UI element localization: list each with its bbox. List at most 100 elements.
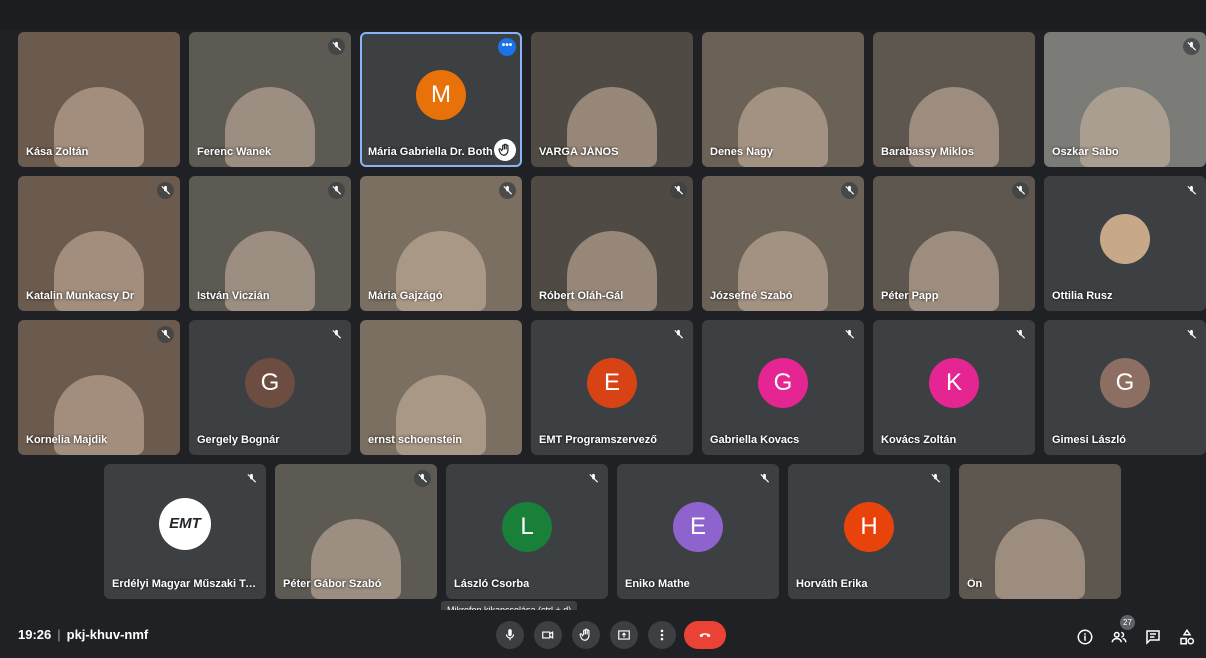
avatar-initial: L	[502, 501, 552, 552]
avatar-initial: G	[758, 357, 808, 408]
mic-off-icon	[1012, 182, 1029, 199]
avatar-initial: K	[929, 357, 979, 408]
emt-logo: EMT	[159, 497, 211, 550]
camera-icon	[542, 631, 554, 639]
camera-button[interactable]	[534, 621, 562, 649]
participant-count-badge: 27	[1120, 615, 1135, 630]
hand-icon	[579, 628, 590, 641]
mic-off-icon	[328, 38, 345, 55]
mic-off-icon	[756, 470, 773, 487]
participant-name: Ottilia Rusz	[1052, 290, 1113, 302]
participant-name: VARGA JÁNOS	[539, 146, 619, 158]
top-bar	[0, 0, 1206, 30]
profile-photo	[1100, 213, 1150, 264]
present-button[interactable]	[610, 621, 638, 649]
participant-tile[interactable]: Ön	[959, 464, 1121, 599]
raise-hand-button[interactable]	[572, 621, 600, 649]
participant-tile[interactable]: Oszkar Sabo	[1044, 32, 1206, 167]
participant-tile[interactable]: G Gabriella Kovacs	[702, 320, 864, 455]
participant-name: Mária Gabriella Dr. Both	[368, 146, 493, 158]
mic-off-icon	[1012, 326, 1029, 343]
meeting-info: 19:26 | pkj-khuv-nmf	[18, 627, 148, 642]
participant-name: Ferenc Wanek	[197, 146, 272, 158]
mic-off-icon	[414, 470, 431, 487]
participant-name: Gimesi László	[1052, 434, 1126, 446]
participant-name: Barabassy Miklos	[881, 146, 974, 158]
participant-tile[interactable]: Barabassy Miklos	[873, 32, 1035, 167]
participant-tile[interactable]: E Eniko Mathe	[617, 464, 779, 599]
meeting-code: pkj-khuv-nmf	[66, 627, 149, 642]
mic-off-icon	[927, 470, 944, 487]
avatar-initial: G	[1100, 357, 1150, 408]
participant-name: EMT Programszervező	[539, 434, 657, 446]
meet-window: Kása Zoltán Ferenc Wanek M ••• Mária Gabriel…	[0, 0, 1206, 658]
participant-name: Kása Zoltán	[26, 146, 89, 158]
participant-name: Katalin Munkacsy Dr	[26, 290, 135, 302]
mic-button[interactable]	[496, 621, 524, 649]
mic-off-icon	[499, 182, 516, 199]
participant-tile[interactable]: VARGA JÁNOS	[531, 32, 693, 167]
participant-name: Horváth Erika	[796, 578, 868, 590]
people-icon[interactable]	[1110, 628, 1128, 646]
participant-tile[interactable]: Józsefné Szabó	[702, 176, 864, 311]
mic-off-icon	[328, 326, 345, 343]
avatar-initial: M	[416, 69, 466, 120]
participant-name: ernst schoenstein	[368, 434, 463, 446]
participant-tile[interactable]: K Kovács Zoltán	[873, 320, 1035, 455]
participant-name: Kovács Zoltán	[881, 434, 957, 446]
participant-tile[interactable]: E EMT Programszervező	[531, 320, 693, 455]
participant-tile[interactable]: Denes Nagy	[702, 32, 864, 167]
participant-name: Oszkar Sabo	[1052, 146, 1119, 158]
participant-tile[interactable]: G Gimesi László	[1044, 320, 1206, 455]
phone-hangup-icon	[699, 633, 711, 638]
participant-tile[interactable]: Mária Gajzágó	[360, 176, 522, 311]
participant-name: Gabriella Kovacs	[710, 434, 800, 446]
more-options-button[interactable]	[648, 621, 676, 649]
participant-name: István Viczián	[197, 290, 270, 302]
meeting-separator: |	[57, 627, 61, 642]
participant-tile[interactable]: Ottilia Rusz	[1044, 176, 1206, 311]
participant-tile[interactable]: István Viczián	[189, 176, 351, 311]
avatar-initial: G	[245, 357, 295, 408]
mic-off-icon	[1183, 326, 1200, 343]
mic-off-icon	[1183, 38, 1200, 55]
participant-name: Róbert Oláh-Gál	[539, 290, 624, 302]
participant-tile[interactable]: EMT Erdélyi Magyar Műszaki Tudo...	[104, 464, 266, 599]
mic-off-icon	[243, 470, 260, 487]
participant-tile[interactable]: Péter Papp	[873, 176, 1035, 311]
mic-icon	[505, 629, 515, 641]
raised-hand-icon	[494, 139, 516, 161]
avatar-initial: E	[673, 501, 723, 552]
meeting-time: 19:26	[18, 627, 52, 642]
avatar-initial: E	[587, 357, 637, 408]
leave-call-button[interactable]	[684, 621, 726, 649]
participant-tile[interactable]: G Gergely Bognár	[189, 320, 351, 455]
mic-off-icon	[670, 326, 687, 343]
more-options-icon[interactable]: •••	[498, 38, 516, 56]
mic-off-icon	[841, 326, 858, 343]
participant-name: Mária Gajzágó	[368, 290, 443, 302]
participant-tile[interactable]: Róbert Oláh-Gál	[531, 176, 693, 311]
participant-tile[interactable]: Kása Zoltán	[18, 32, 180, 167]
mic-off-icon	[670, 182, 687, 199]
participant-tile[interactable]: L László Csorba	[446, 464, 608, 599]
mic-off-icon	[841, 182, 858, 199]
participant-tile[interactable]: Péter Gábor Szabó	[275, 464, 437, 599]
mic-off-icon	[1183, 182, 1200, 199]
bottom-toolbar: 19:26 | pkj-khuv-nmf 27	[0, 610, 1206, 658]
chat-icon[interactable]	[1144, 628, 1162, 646]
participant-name: Denes Nagy	[710, 146, 773, 158]
participant-tile[interactable]: Katalin Munkacsy Dr	[18, 176, 180, 311]
participant-tile[interactable]: H Horváth Erika	[788, 464, 950, 599]
participant-tile[interactable]: Ferenc Wanek	[189, 32, 351, 167]
participant-name: Péter Papp	[881, 290, 939, 302]
info-icon[interactable]	[1076, 628, 1094, 646]
participant-tile[interactable]: M ••• Mária Gabriella Dr. Both	[360, 32, 522, 167]
participant-video	[995, 519, 1085, 599]
participant-tile[interactable]: Kornelia Majdik	[18, 320, 180, 455]
more-vert-icon	[660, 629, 664, 641]
mic-off-icon	[157, 326, 174, 343]
activities-icon[interactable]	[1178, 628, 1196, 646]
mic-off-icon	[585, 470, 602, 487]
participant-tile[interactable]: ernst schoenstein	[360, 320, 522, 455]
